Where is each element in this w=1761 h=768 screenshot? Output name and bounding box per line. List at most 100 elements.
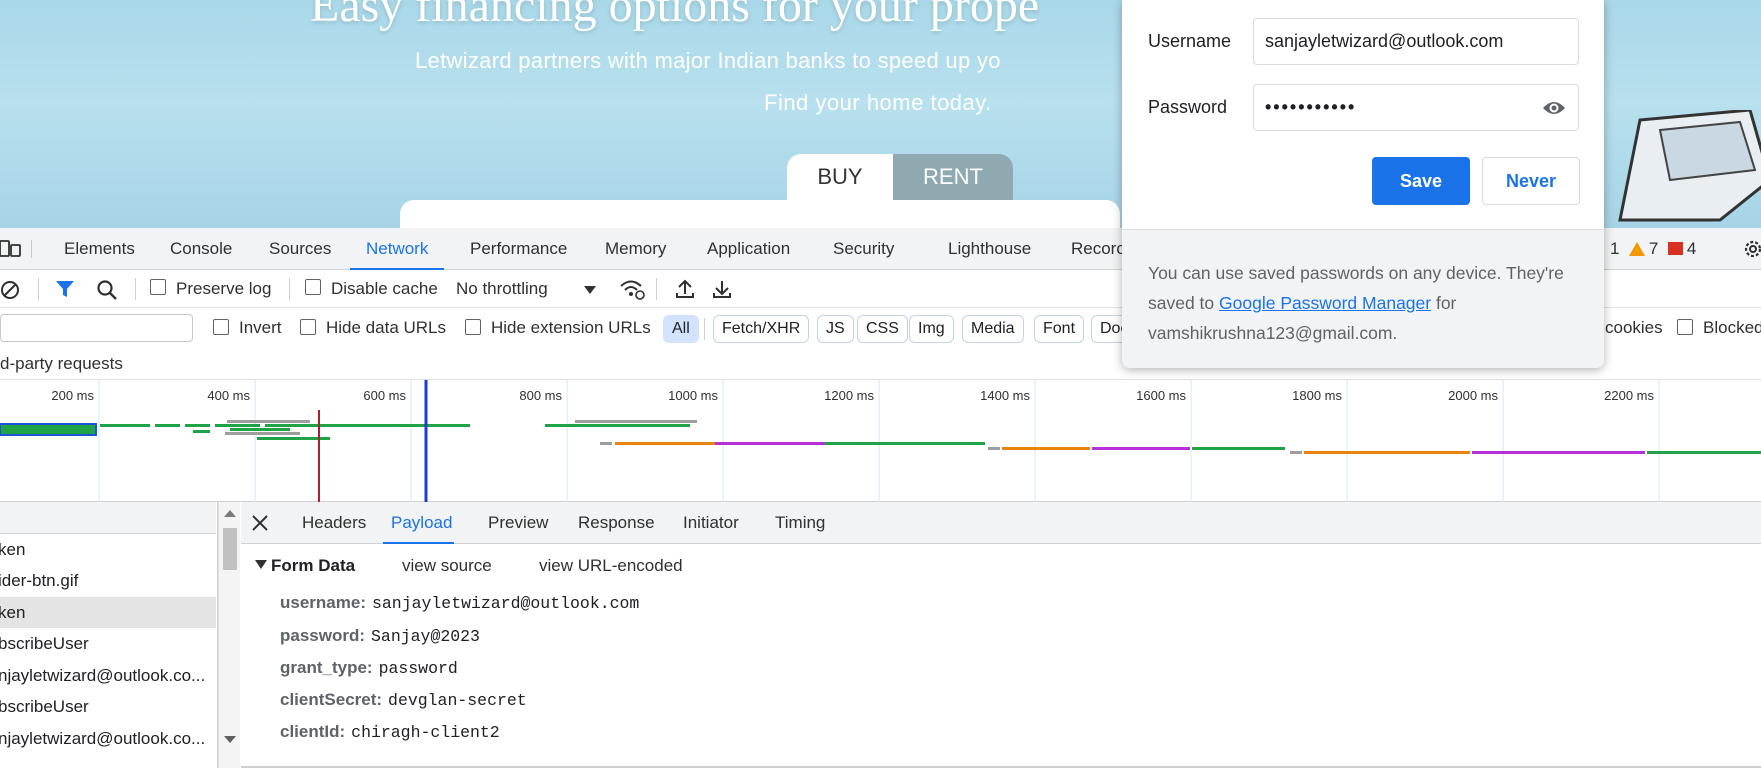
request-row[interactable]: ken — [0, 534, 216, 565]
timeline-chart: 200 ms 400 ms 600 ms 800 ms 1000 ms 1200 ms 14… — [0, 380, 1761, 502]
tab-recorder[interactable]: Recorc — [1071, 228, 1125, 270]
preserve-log-checkbox[interactable] — [150, 279, 166, 295]
throttling-select[interactable]: No throttling — [456, 279, 548, 299]
timeline-bar — [155, 424, 180, 427]
disable-cache-checkbox[interactable] — [305, 279, 321, 295]
tab-elements[interactable]: Elements — [64, 228, 135, 270]
filter-input[interactable] — [0, 314, 193, 342]
device-toolbar-icon[interactable] — [0, 240, 22, 258]
tab-payload[interactable]: Payload — [383, 502, 455, 544]
timeline-tick-label: 2200 ms — [1604, 388, 1654, 403]
request-name: ken — [0, 540, 26, 559]
request-row[interactable]: njayletwizard@outlook.co... — [0, 723, 216, 754]
filter-icon[interactable] — [55, 279, 75, 299]
tab-network[interactable]: Network — [350, 228, 445, 270]
timeline-bar — [330, 424, 470, 427]
cookies-label: cookies — [1605, 318, 1663, 337]
preserve-log-label: Preserve log — [176, 279, 272, 298]
car-illustration — [1618, 110, 1761, 222]
timeline-tick-label: 800 ms — [519, 388, 562, 403]
tab-headers[interactable]: Headers — [302, 502, 366, 544]
request-row[interactable]: bscribeUser — [0, 691, 216, 722]
hide-data-urls-checkbox[interactable] — [300, 319, 316, 335]
tab-buy[interactable]: BUY — [787, 154, 893, 200]
settings-gear-icon[interactable] — [1742, 238, 1761, 260]
download-icon[interactable] — [711, 278, 733, 300]
chevron-down-icon[interactable] — [584, 286, 596, 294]
timeline-bar — [230, 428, 290, 431]
warning-count: 7 — [1648, 239, 1659, 258]
timeline-bar — [1472, 451, 1645, 454]
divider — [704, 318, 705, 340]
request-row[interactable]: bscribeUser — [0, 628, 216, 659]
search-icon[interactable] — [96, 279, 118, 301]
hero-search-box[interactable] — [400, 200, 1120, 228]
scroll-down-icon[interactable] — [224, 736, 236, 743]
blocked-label: Blocked — [1703, 318, 1761, 337]
tab-console[interactable]: Console — [170, 228, 232, 270]
tab-lighthouse[interactable]: Lighthouse — [948, 228, 1031, 270]
type-filter-font[interactable]: Font — [1034, 315, 1085, 343]
close-icon[interactable] — [251, 514, 269, 532]
tab-preview[interactable]: Preview — [488, 502, 548, 544]
tab-performance[interactable]: Performance — [470, 228, 567, 270]
tab-security[interactable]: Security — [833, 228, 894, 270]
username-field[interactable]: sanjayletwizard@outlook.com — [1253, 18, 1579, 65]
field-key: grant_type: — [280, 658, 373, 677]
timeline-bar — [225, 432, 300, 435]
payload-field: clientId: chiragh-client2 — [280, 722, 500, 742]
password-value: ••••••••••• — [1265, 97, 1357, 117]
divider — [289, 278, 290, 300]
scroll-up-icon[interactable] — [224, 510, 236, 517]
type-filter-img[interactable]: Img — [909, 315, 954, 343]
request-row[interactable]: njayletwizard@outlook.co... — [0, 660, 216, 691]
tab-response[interactable]: Response — [578, 502, 655, 544]
field-key: clientSecret: — [280, 690, 383, 709]
request-row-selected[interactable]: ken — [0, 597, 216, 628]
tab-memory[interactable]: Memory — [605, 228, 666, 270]
eye-icon[interactable] — [1542, 98, 1566, 118]
tab-application[interactable]: Application — [707, 228, 790, 270]
issue-counts[interactable]: 1 7 4 — [1610, 228, 1696, 270]
save-button[interactable]: Save — [1372, 157, 1470, 205]
type-filter-js[interactable]: JS — [817, 315, 854, 343]
network-overview-timeline[interactable]: 200 ms 400 ms 600 ms 800 ms 1000 ms 1200 ms 14… — [0, 380, 1761, 502]
blocked-checkbox[interactable] — [1677, 319, 1693, 335]
field-key: password: — [280, 626, 366, 645]
tab-initiator[interactable]: Initiator — [683, 502, 739, 544]
type-filter-media[interactable]: Media — [962, 315, 1024, 343]
type-filter-all[interactable]: All — [663, 315, 699, 343]
request-list-header[interactable] — [0, 502, 216, 534]
timeline-tick-label: 1000 ms — [668, 388, 718, 403]
network-conditions-icon[interactable] — [619, 278, 645, 300]
request-row[interactable]: ider-btn.gif — [0, 565, 216, 596]
timeline-bar — [100, 424, 150, 427]
timeline-tick-label: 400 ms — [207, 388, 250, 403]
tab-rent[interactable]: RENT — [893, 154, 1013, 200]
timeline-bar — [615, 442, 715, 445]
payload-field: clientSecret: devglan-secret — [280, 690, 527, 710]
never-button[interactable]: Never — [1482, 157, 1580, 205]
clear-icon[interactable] — [0, 280, 20, 300]
view-url-encoded-link[interactable]: view URL-encoded — [539, 556, 683, 576]
timeline-bar — [825, 442, 985, 445]
timeline-bar — [600, 442, 612, 445]
tab-sources[interactable]: Sources — [269, 228, 331, 270]
view-source-link[interactable]: view source — [402, 556, 492, 576]
type-filter-css[interactable]: CSS — [857, 315, 908, 343]
upload-icon[interactable] — [674, 278, 696, 300]
scroll-thumb[interactable] — [223, 528, 237, 570]
type-filter-fetch-xhr[interactable]: Fetch/XHR — [713, 315, 810, 343]
password-field[interactable]: ••••••••••• — [1253, 84, 1579, 131]
hide-extension-urls-checkbox[interactable] — [465, 319, 481, 335]
timeline-tick-label: 1600 ms — [1136, 388, 1186, 403]
form-data-section-header[interactable]: Form Data — [255, 556, 355, 576]
timeline-bar — [185, 424, 210, 427]
timeline-bar — [227, 420, 310, 423]
details-tabbar: Headers Payload Preview Response Initiat… — [241, 502, 1761, 544]
invert-checkbox[interactable] — [213, 319, 229, 335]
tab-timing[interactable]: Timing — [775, 502, 825, 544]
password-popup-footer: You can use saved passwords on any devic… — [1122, 229, 1604, 368]
password-manager-link[interactable]: Google Password Manager — [1219, 293, 1431, 313]
request-list-scrollbar[interactable] — [218, 502, 240, 768]
